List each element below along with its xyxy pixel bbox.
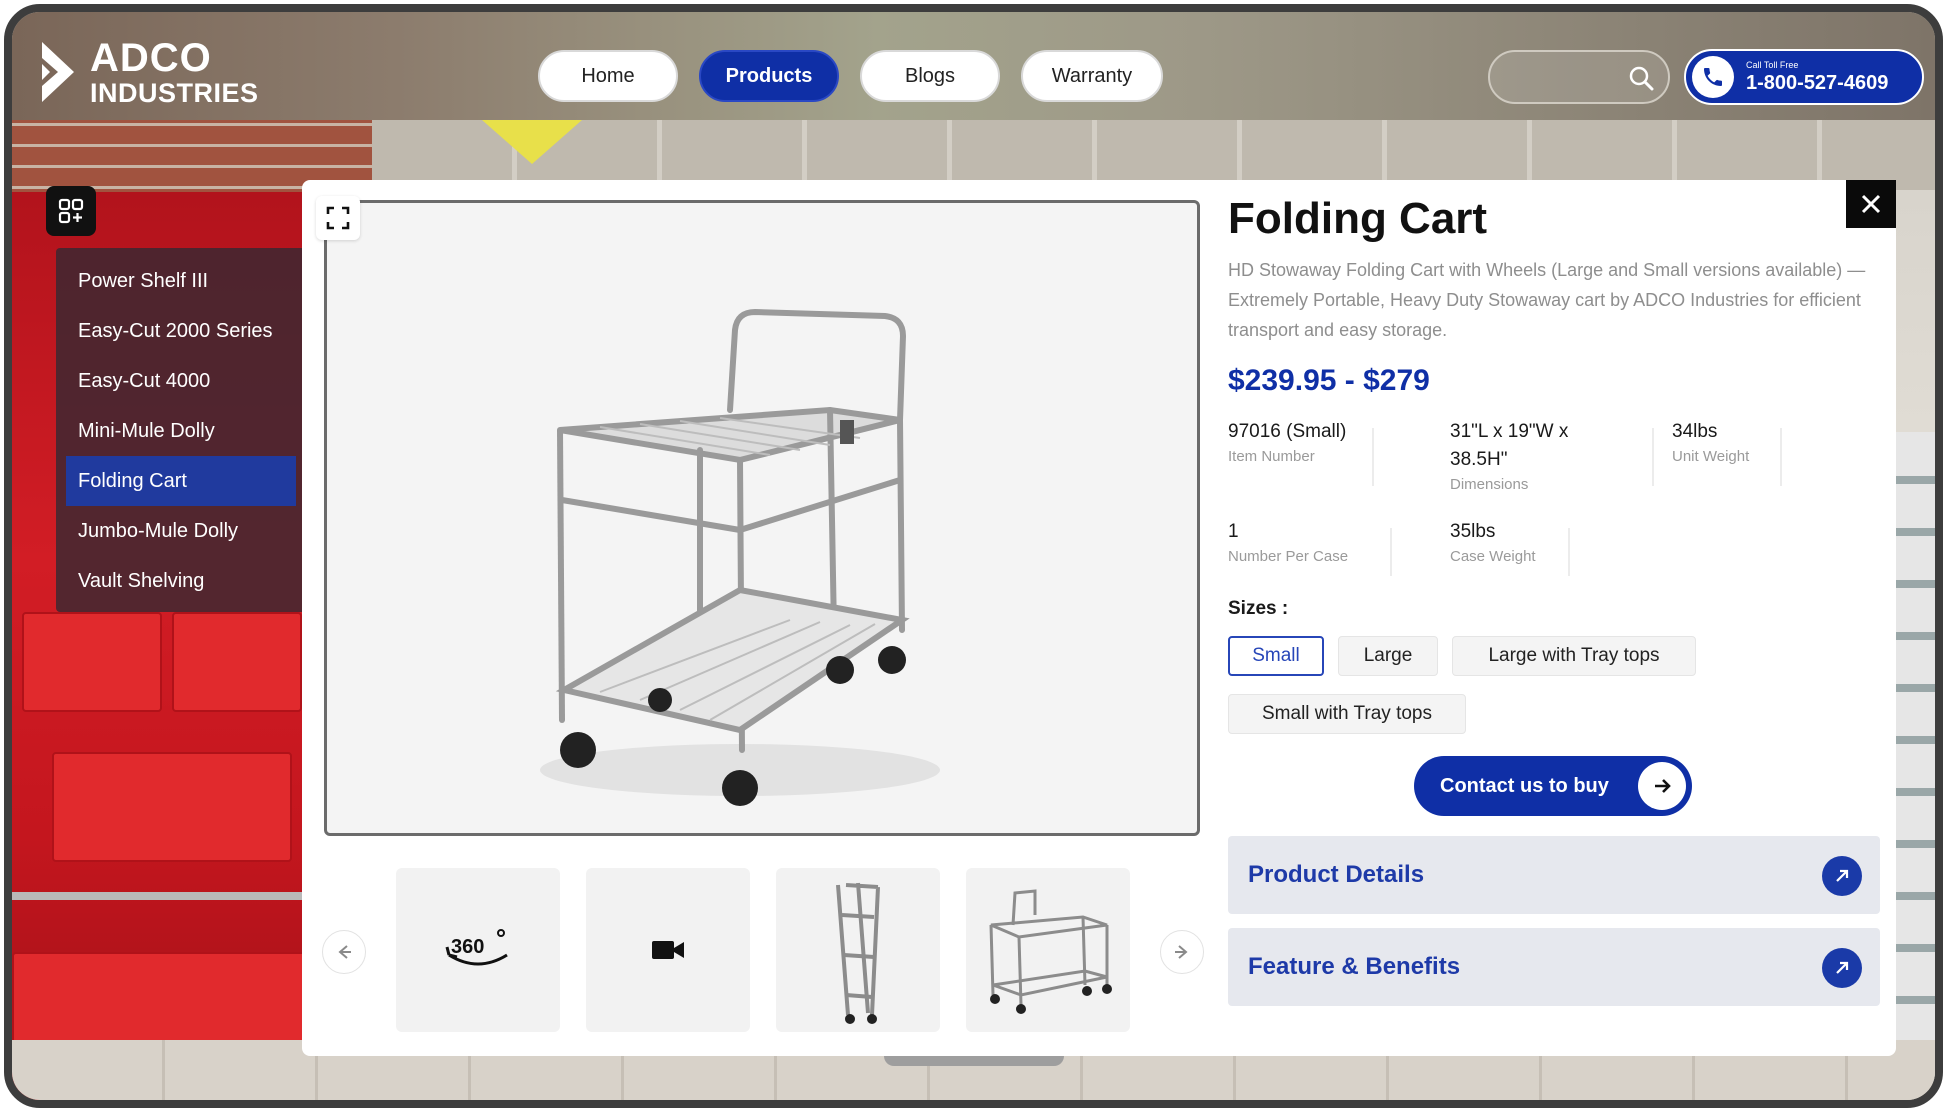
thumb-360-label: 360 (451, 936, 484, 958)
phone-number: 1-800-527-4609 (1746, 72, 1889, 94)
spec-unit-weight-value: 34lbs (1672, 421, 1718, 442)
nav-products[interactable]: Products (699, 50, 839, 102)
thumbnail-open-cart[interactable] (966, 868, 1130, 1032)
video-camera-icon (652, 941, 684, 959)
spec-case-weight: 35lbs Case Weight (1450, 518, 1536, 565)
logo-line1: ADCO (90, 35, 212, 80)
arrow-left-icon (338, 945, 351, 959)
spec-dimensions-label: Dimensions (1450, 476, 1529, 493)
size-large-tray-button[interactable]: Large with Tray tops (1452, 636, 1696, 676)
search-icon[interactable] (1628, 65, 1654, 91)
feature-benefits-label: Feature & Benefits (1248, 953, 1461, 980)
spec-case-weight-value: 35lbs (1450, 521, 1496, 542)
spec-dimensions-value-line2: 38.5H" (1450, 449, 1508, 470)
product-details-accordion[interactable]: Product Details (1228, 836, 1880, 914)
spec-item-number-value: 97016 (Small) (1228, 421, 1347, 442)
thumbnail-360-view[interactable]: 360 (396, 868, 560, 1032)
arrow-right-icon (1175, 945, 1188, 959)
search-box[interactable] (1488, 50, 1670, 104)
product-title: Folding Cart (1228, 194, 1488, 243)
call-toll-free-button[interactable]: Call Toll Free 1-800-527-4609 (1684, 49, 1924, 105)
side-item-jumbo-mule-dolly[interactable]: Jumbo-Mule Dolly (66, 506, 296, 556)
bottom-pull-tab[interactable] (884, 1056, 1064, 1066)
side-item-power-shelf[interactable]: Power Shelf III (66, 256, 296, 306)
fullscreen-button[interactable] (316, 196, 360, 240)
side-item-mini-mule-dolly[interactable]: Mini-Mule Dolly (66, 406, 296, 456)
spec-number-per-case-value: 1 (1228, 521, 1239, 542)
spec-divider (1372, 428, 1374, 486)
side-item-easy-cut-2000[interactable]: Easy-Cut 2000 Series (66, 306, 296, 356)
adco-logo[interactable]: ADCO INDUSTRIES (38, 36, 259, 108)
spec-case-weight-label: Case Weight (1450, 548, 1536, 565)
product-details-label: Product Details (1248, 861, 1425, 888)
spec-divider (1780, 428, 1782, 486)
product-side-menu: Power Shelf III Easy-Cut 2000 Series Eas… (56, 248, 306, 612)
nav-home[interactable]: Home (538, 50, 678, 102)
contact-us-to-buy-button[interactable]: Contact us to buy (1414, 756, 1692, 816)
menu-toggle-button[interactable] (46, 186, 96, 236)
arrow-right-icon (1638, 762, 1686, 810)
side-item-easy-cut-4000[interactable]: Easy-Cut 4000 (66, 356, 296, 406)
360-view-icon: 360 (445, 929, 508, 966)
nav-blogs[interactable]: Blogs (860, 50, 1000, 102)
search-input[interactable] (1508, 64, 1628, 92)
folded-cart-image (836, 882, 880, 1024)
arrow-up-right-icon (1822, 856, 1862, 896)
spec-item-number-label: Item Number (1228, 448, 1315, 465)
spec-divider (1568, 528, 1570, 576)
spec-dimensions-value-line1: 31"L x 19"W x (1450, 421, 1569, 442)
fullscreen-icon (326, 206, 350, 230)
thumbnail-folded-cart[interactable] (776, 868, 940, 1032)
phone-caption: Call Toll Free (1746, 60, 1799, 70)
feature-benefits-accordion[interactable]: Feature & Benefits (1228, 928, 1880, 1006)
product-description: HD Stowaway Folding Cart with Wheels (La… (1228, 260, 1866, 340)
product-price: $239.95 - $279 (1228, 364, 1430, 397)
main-nav: Home Products Blogs Warranty (538, 50, 1163, 102)
size-large-button[interactable]: Large (1338, 636, 1438, 676)
spec-item-number: 97016 (Small) Item Number (1228, 418, 1346, 465)
close-button[interactable] (1846, 180, 1896, 228)
spec-divider (1390, 528, 1392, 576)
spec-number-per-case: 1 Number Per Case (1228, 518, 1348, 565)
spec-unit-weight: 34lbs Unit Weight (1672, 418, 1749, 465)
close-icon (1861, 194, 1881, 214)
logo-chevron-icon (38, 36, 82, 108)
spec-unit-weight-label: Unit Weight (1672, 448, 1750, 465)
sizes-label: Sizes : (1228, 598, 1289, 619)
size-small-button[interactable]: Small (1228, 636, 1324, 676)
spec-divider (1652, 428, 1654, 486)
spec-number-per-case-label: Number Per Case (1228, 548, 1349, 565)
size-small-tray-button[interactable]: Small with Tray tops (1228, 694, 1466, 734)
side-item-vault-shelving[interactable]: Vault Shelving (66, 556, 296, 606)
logo-line2: INDUSTRIES (90, 77, 259, 108)
contact-button-label: Contact us to buy (1440, 774, 1609, 797)
arrow-up-right-icon (1822, 948, 1862, 988)
grid-menu-icon (58, 198, 84, 224)
media-prev-button[interactable] (322, 930, 366, 974)
open-cart-image (989, 889, 1112, 1014)
thumbnail-video[interactable] (586, 868, 750, 1032)
phone-icon (1692, 56, 1734, 98)
hanging-sign (482, 120, 582, 164)
spec-dimensions: 31"L x 19"W x 38.5H" Dimensions (1450, 418, 1568, 493)
media-next-button[interactable] (1160, 930, 1204, 974)
folding-cart-image (540, 308, 940, 806)
nav-warranty[interactable]: Warranty (1021, 50, 1163, 102)
site-header: ADCO INDUSTRIES Home Products Blogs Warr… (12, 12, 1935, 120)
side-item-folding-cart[interactable]: Folding Cart (66, 456, 296, 506)
